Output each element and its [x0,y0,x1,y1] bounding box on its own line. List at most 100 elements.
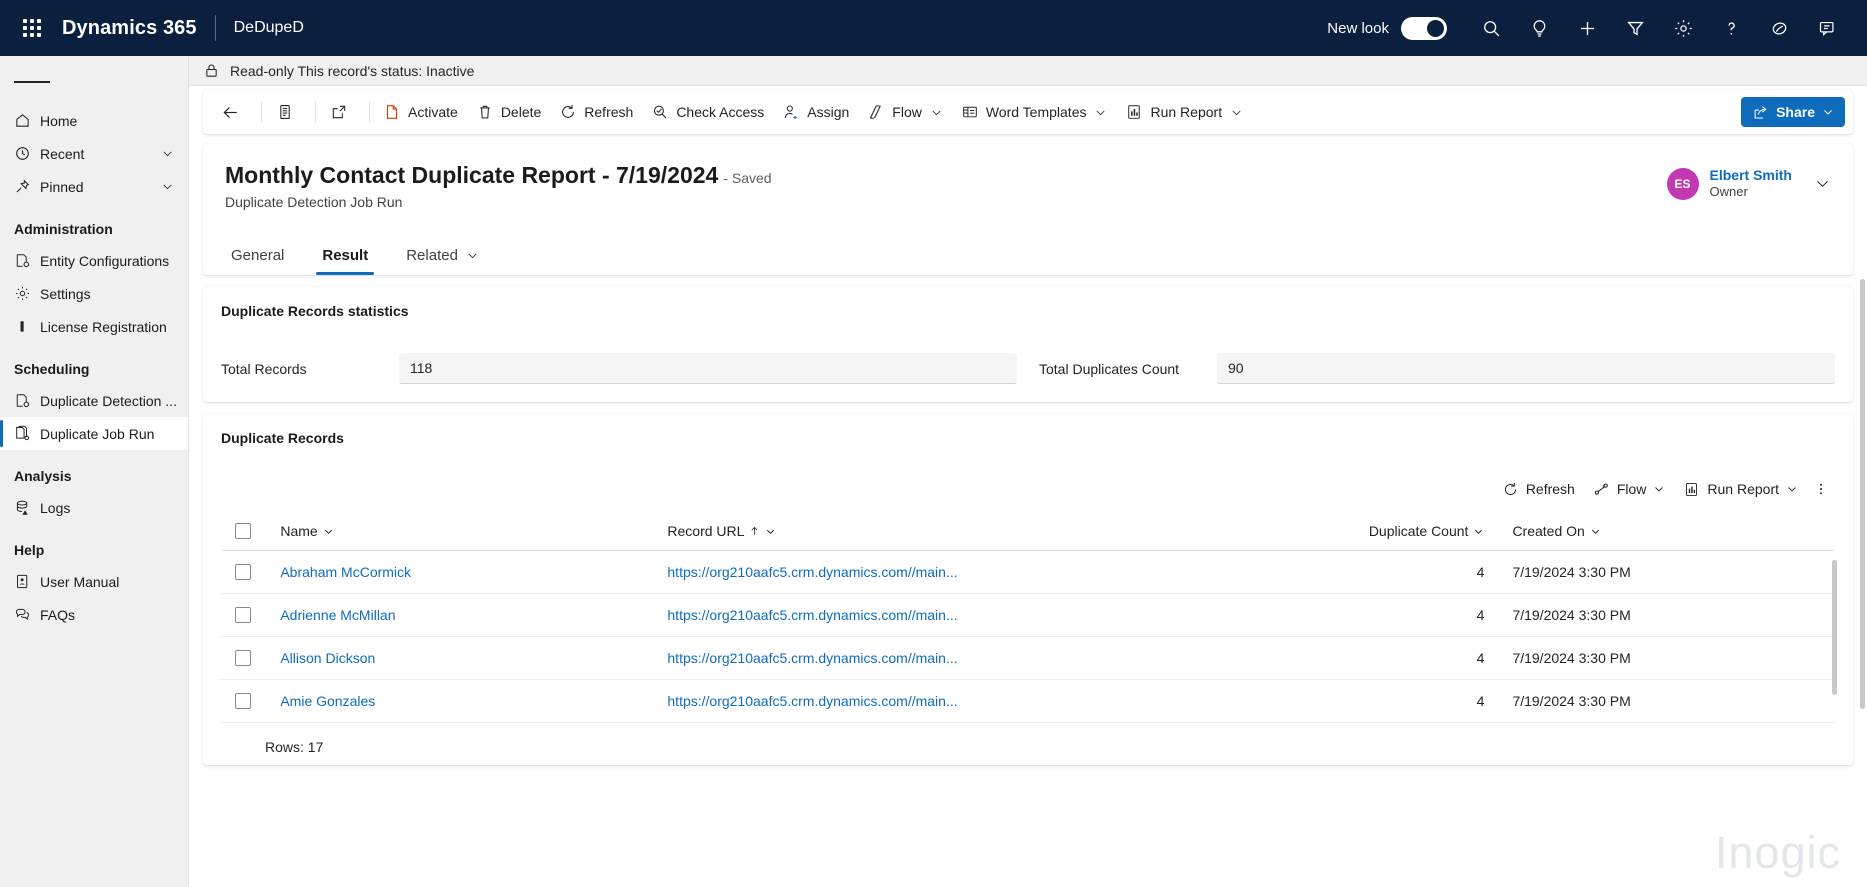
table-row[interactable]: Amie Gonzales https://org210aafc5.crm.dy… [221,680,1835,723]
column-header-created-on[interactable]: Created On [1512,514,1835,551]
column-header-content[interactable]: Created On [1512,523,1600,539]
select-all-checkbox[interactable] [235,523,251,539]
popout-button[interactable] [320,96,365,128]
column-header-record-url[interactable]: Record URL [667,514,1273,551]
activate-button[interactable]: Activate [374,96,467,128]
chevron-down-icon[interactable] [1822,106,1834,118]
tab-label: Related [406,247,458,264]
flow-button[interactable]: Flow [858,96,952,128]
sitemap-hamburger-icon[interactable] [0,60,188,104]
command-label: Refresh [584,104,633,120]
chevron-down-icon[interactable] [323,526,334,537]
sidebar-item-license-registration[interactable]: License Registration [0,310,188,343]
cell-name: Amie Gonzales [280,680,667,723]
record-owner-block[interactable]: ES Elbert Smith Owner [1667,162,1831,201]
chevron-down-icon[interactable] [161,147,174,160]
app-launcher-waffle-icon[interactable] [12,8,52,48]
chevron-down-icon[interactable] [1814,175,1831,192]
record-url-link[interactable]: https://org210aafc5.crm.dynamics.com//ma… [667,564,957,580]
chevron-down-icon[interactable] [466,249,479,262]
sort-ascending-icon [749,525,760,537]
grid-flow-button[interactable]: Flow [1584,474,1675,504]
plus-icon[interactable] [1565,6,1609,50]
search-icon[interactable] [1469,6,1513,50]
feedback-icon[interactable] [1805,6,1849,50]
table-row[interactable]: Adrienne McMillan https://org210aafc5.cr… [221,594,1835,637]
main-content-area: Read-only This record's status: Inactive [189,56,1867,887]
row-checkbox[interactable] [235,650,251,666]
lightbulb-icon[interactable] [1517,6,1561,50]
sidebar-item-home[interactable]: Home [0,104,188,137]
assign-button[interactable]: Assign [773,96,858,128]
refresh-button[interactable]: Refresh [550,96,642,128]
row-checkbox[interactable] [235,693,251,709]
sidebar-item-entity-configurations[interactable]: Entity Configurations [0,244,188,277]
table-row[interactable]: Allison Dickson https://org210aafc5.crm.… [221,637,1835,680]
column-header-content[interactable]: Record URL [667,523,776,539]
app-name-label[interactable]: DeDupeD [234,19,304,37]
sidebar-group-scheduling: Scheduling [0,343,188,384]
owner-name[interactable]: Elbert Smith [1710,166,1792,184]
share-icon [1752,104,1769,121]
chevron-down-icon[interactable] [1473,526,1484,537]
table-row[interactable]: Abraham McCormick https://org210aafc5.cr… [221,551,1835,594]
grid-vertical-scrollbar[interactable] [1832,560,1837,695]
check-access-button[interactable]: Check Access [642,96,773,128]
sidebar-item-duplicate-job-run[interactable]: Duplicate Job Run [0,417,188,450]
sidebar-item-settings[interactable]: Settings [0,277,188,310]
chevron-down-icon[interactable] [1094,106,1107,119]
brand-title[interactable]: Dynamics 365 [62,17,197,40]
sidebar-item-pinned[interactable]: Pinned [0,170,188,203]
gear-icon[interactable] [1661,6,1705,50]
tab-general[interactable]: General [225,247,290,275]
word-templates-button[interactable]: Word Templates [952,96,1117,128]
record-link[interactable]: Amie Gonzales [280,693,375,709]
total-duplicates-count-value[interactable]: 90 [1217,353,1835,384]
chevron-down-icon[interactable] [1786,483,1798,495]
record-url-link[interactable]: https://org210aafc5.crm.dynamics.com//ma… [667,650,957,666]
run-report-button[interactable]: Run Report [1116,96,1252,128]
record-title-text: Monthly Contact Duplicate Report - 7/19/… [225,162,718,188]
total-records-value[interactable]: 118 [399,353,1017,384]
cell-created-on: 7/19/2024 3:30 PM [1512,680,1835,723]
record-link[interactable]: Adrienne McMillan [280,607,395,623]
column-header-duplicate-count[interactable]: Duplicate Count [1274,514,1513,551]
sidebar-item-duplicate-detection[interactable]: Duplicate Detection ... [0,384,188,417]
chevron-down-icon[interactable] [930,106,943,119]
tab-result[interactable]: Result [316,247,374,275]
sidebar-item-user-manual[interactable]: User Manual [0,565,188,598]
sidebar-item-faqs[interactable]: FAQs [0,598,188,631]
record-link[interactable]: Allison Dickson [280,650,375,666]
left-sidebar: Home Recent Pinned Administration [0,56,189,887]
filter-icon[interactable] [1613,6,1657,50]
chevron-down-icon[interactable] [161,180,174,193]
record-url-link[interactable]: https://org210aafc5.crm.dynamics.com//ma… [667,607,957,623]
chevron-down-icon[interactable] [1590,526,1601,537]
share-button[interactable]: Share [1741,97,1845,127]
form-selector-button[interactable] [266,96,311,128]
chevron-down-icon[interactable] [1653,483,1665,495]
new-look-toggle[interactable] [1401,17,1447,40]
sidebar-item-recent[interactable]: Recent [0,137,188,170]
more-vertical-icon[interactable] [1807,474,1835,504]
record-link[interactable]: Abraham McCormick [280,564,411,580]
record-url-link[interactable]: https://org210aafc5.crm.dynamics.com//ma… [667,693,957,709]
row-checkbox[interactable] [235,564,251,580]
select-all-header [221,514,280,551]
copilot-icon[interactable] [1757,6,1801,50]
column-header-name[interactable]: Name [280,514,667,551]
column-header-content[interactable]: Duplicate Count [1369,523,1485,539]
sidebar-item-logs[interactable]: Logs [0,491,188,524]
row-checkbox[interactable] [235,607,251,623]
owner-text-block: Elbert Smith Owner [1710,166,1792,201]
tab-related[interactable]: Related [400,247,485,275]
delete-button[interactable]: Delete [467,96,550,128]
question-icon[interactable] [1709,6,1753,50]
chevron-down-icon[interactable] [765,526,776,537]
chevron-down-icon[interactable] [1230,106,1243,119]
grid-run-report-button[interactable]: Run Report [1674,474,1807,504]
column-header-content[interactable]: Name [280,523,333,539]
back-button[interactable] [211,96,257,128]
page-vertical-scrollbar[interactable] [1860,279,1865,709]
grid-refresh-button[interactable]: Refresh [1493,474,1584,504]
